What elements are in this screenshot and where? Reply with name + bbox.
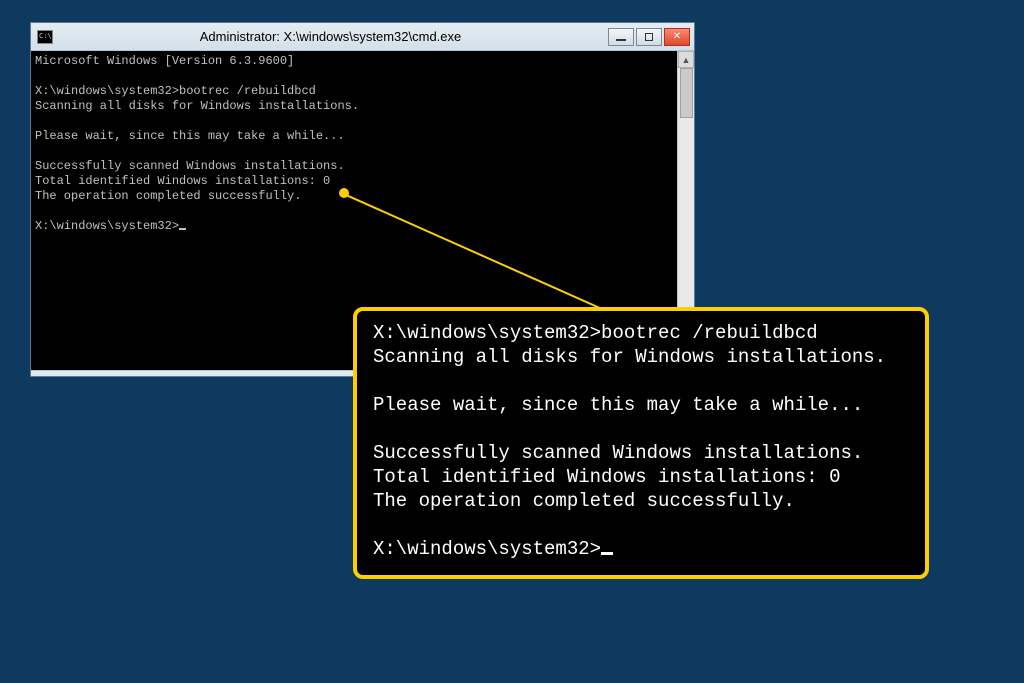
window-title: Administrator: X:\windows\system32\cmd.e… [61,29,600,44]
callout-anchor-dot [339,188,349,198]
cursor [601,552,613,555]
minimize-button[interactable] [608,28,634,46]
window-controls: ✕ [608,28,690,46]
zoom-callout-panel: X:\windows\system32>bootrec /rebuildbcd … [353,307,929,579]
scroll-thumb[interactable] [680,68,693,118]
cursor [179,228,186,230]
close-button[interactable]: ✕ [664,28,690,46]
scroll-up-button[interactable]: ▲ [678,51,694,68]
titlebar[interactable]: Administrator: X:\windows\system32\cmd.e… [31,23,694,51]
maximize-button[interactable] [636,28,662,46]
cmd-icon [37,30,53,44]
